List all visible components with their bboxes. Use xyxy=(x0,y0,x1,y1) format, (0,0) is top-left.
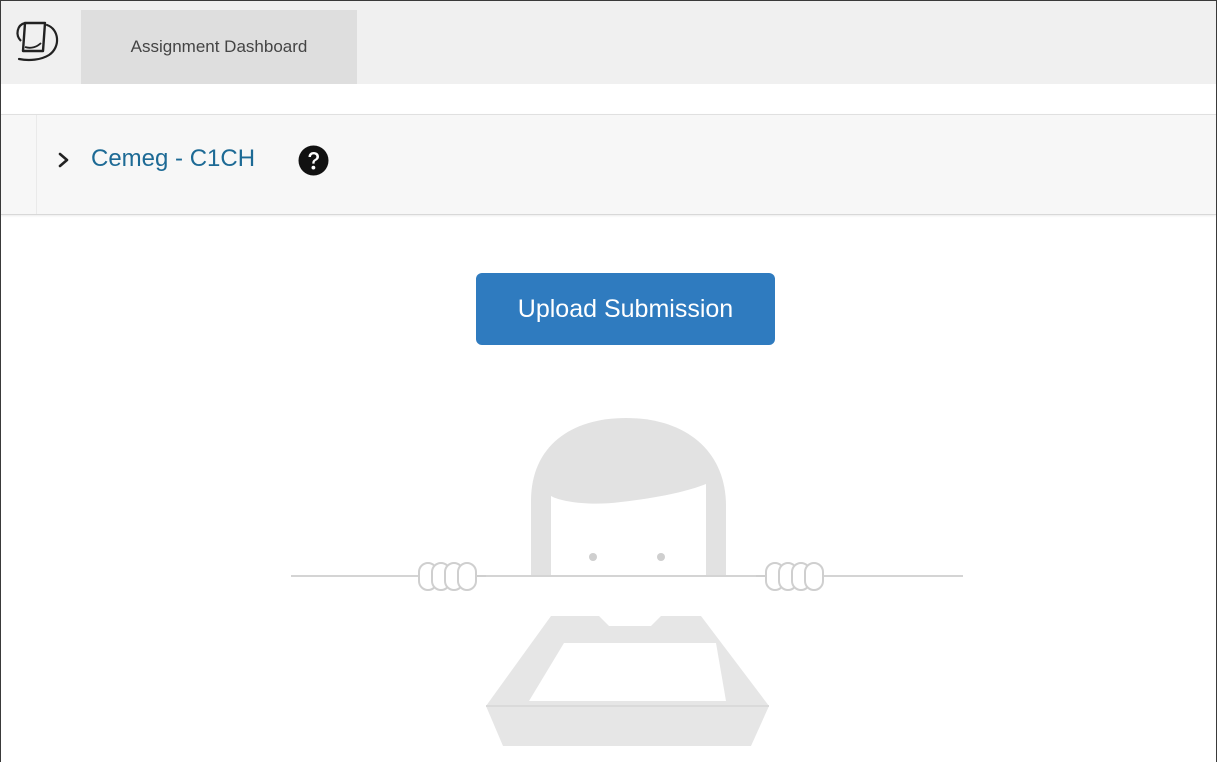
feather-logo-icon[interactable] xyxy=(11,17,67,67)
chevron-right-icon[interactable] xyxy=(56,151,72,169)
right-hand xyxy=(756,562,824,591)
app-window: Assignment Dashboard Cemeg - C1CH Upload… xyxy=(0,0,1217,762)
empty-tray xyxy=(486,616,769,746)
upload-submission-button[interactable]: Upload Submission xyxy=(476,273,775,345)
person-head xyxy=(531,418,726,576)
course-title-link[interactable]: Cemeg - C1CH xyxy=(91,145,255,173)
upload-submission-label: Upload Submission xyxy=(517,294,734,323)
left-hand xyxy=(418,562,486,591)
top-nav-bar: Assignment Dashboard xyxy=(1,1,1216,84)
panel-divider xyxy=(36,115,37,214)
tab-assignment-dashboard[interactable]: Assignment Dashboard xyxy=(81,10,357,84)
empty-state-illustration xyxy=(281,406,971,762)
tab-label: Assignment Dashboard xyxy=(130,37,308,56)
question-circle-icon[interactable] xyxy=(298,145,329,176)
